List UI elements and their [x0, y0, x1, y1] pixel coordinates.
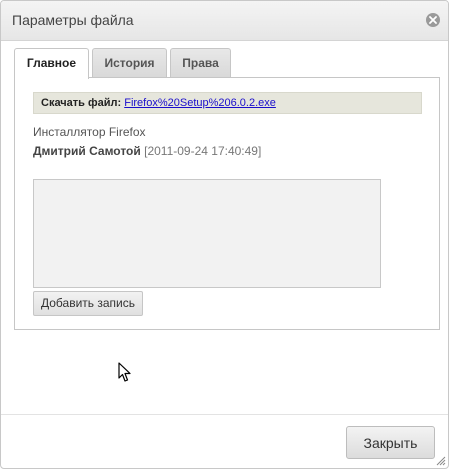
file-description: Инсталлятор Firefox — [33, 125, 146, 139]
upload-date: [2011-09-24 17:40:49] — [144, 144, 262, 158]
tab-history[interactable]: История — [92, 48, 167, 77]
tab-panel-main: Скачать файл: Firefox%20Setup%206.0.2.ex… — [14, 77, 440, 330]
download-bar: Скачать файл: Firefox%20Setup%206.0.2.ex… — [33, 92, 422, 114]
footer-divider — [1, 414, 448, 415]
dialog-titlebar: Параметры файла — [1, 1, 448, 41]
download-link[interactable]: Firefox%20Setup%206.0.2.exe — [124, 97, 276, 109]
download-label: Скачать файл: — [41, 97, 122, 109]
dialog-title: Параметры файла — [12, 12, 134, 28]
close-icon[interactable] — [426, 13, 440, 27]
file-properties-dialog: Параметры файла Главное История Права Ск… — [0, 0, 449, 469]
note-textarea[interactable] — [33, 179, 381, 288]
add-note-button[interactable]: Добавить запись — [33, 291, 143, 316]
close-button[interactable]: Закрыть — [346, 426, 435, 459]
author-name: Дмитрий Самотой — [33, 144, 141, 158]
tab-permissions[interactable]: Права — [170, 48, 231, 77]
mouse-pointer-icon — [118, 362, 131, 382]
author-line: Дмитрий Самотой [2011-09-24 17:40:49] — [33, 144, 261, 158]
tab-main[interactable]: Главное — [14, 48, 89, 79]
resize-grip-icon[interactable] — [434, 454, 446, 466]
